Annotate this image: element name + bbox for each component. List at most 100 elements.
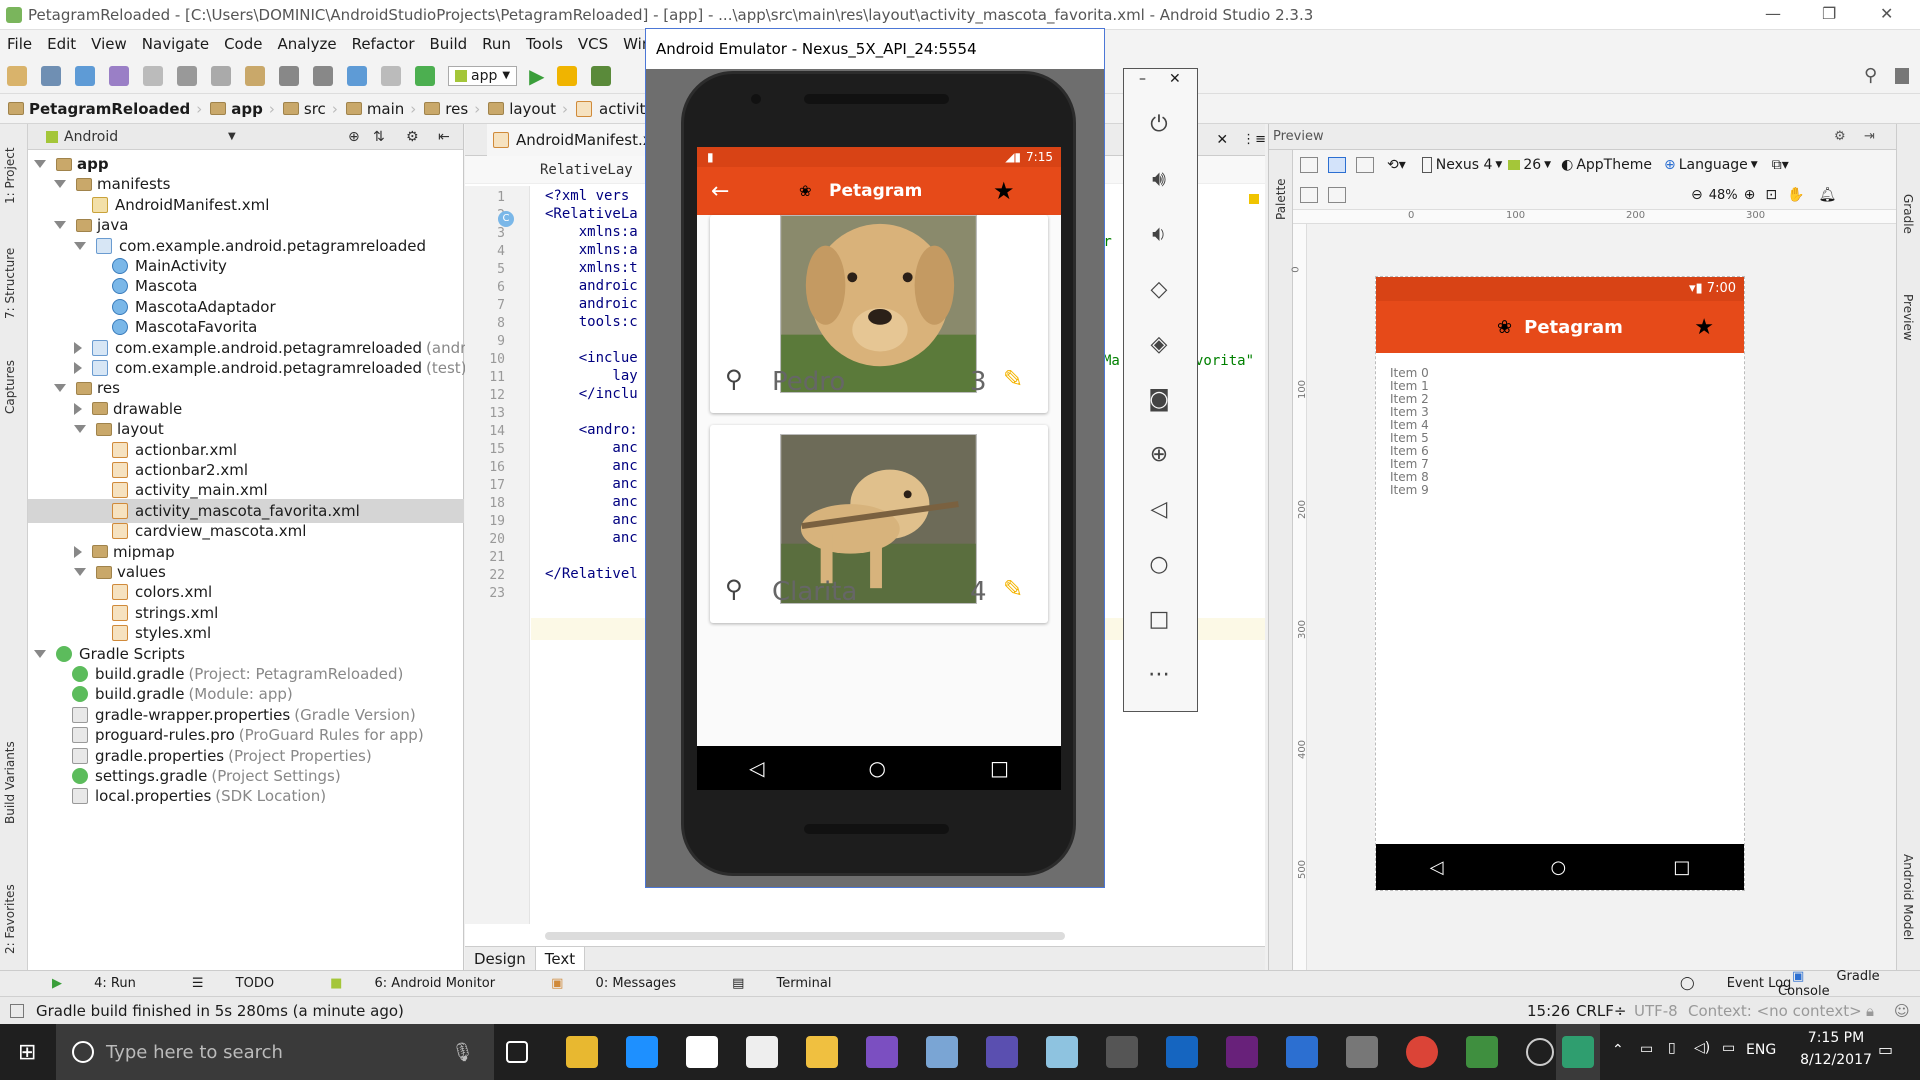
breadcrumb-item[interactable]: PetagramReloaded › [8, 100, 202, 118]
maximize-button[interactable]: ❐ [1822, 4, 1836, 23]
expand-arrow-icon[interactable] [74, 568, 86, 576]
context-indicator[interactable]: Context: <no context> [1688, 1002, 1862, 1020]
tab-preview[interactable]: Preview [1901, 294, 1915, 341]
mail-icon[interactable] [746, 1036, 778, 1068]
breadcrumb-item[interactable]: app › [210, 100, 275, 118]
make-icon[interactable] [415, 65, 435, 86]
preview-recycler-list[interactable]: Item 0 Item 1 Item 2 Item 3 Item 4 Item 5 Item… [1376, 353, 1744, 497]
menu-build[interactable]: Build [430, 35, 468, 53]
tab-palette[interactable]: Palette [1274, 178, 1288, 220]
store-icon[interactable] [686, 1036, 718, 1068]
sync-scroll-icon[interactable]: ⊕ [348, 129, 360, 145]
collapse-arrow-icon[interactable] [74, 362, 82, 374]
tab-run[interactable]: ▶ 4: Run [38, 976, 150, 991]
visual-studio-icon[interactable] [866, 1036, 898, 1068]
undo-icon[interactable] [109, 65, 129, 86]
breadcrumb-item[interactable]: main › [345, 100, 416, 118]
debug-icon[interactable] [591, 65, 612, 86]
more-icon[interactable]: ⋯ [1144, 659, 1174, 689]
menu-code[interactable]: Code [224, 35, 262, 53]
horizontal-scrollbar[interactable] [545, 932, 1065, 940]
app-icon[interactable] [1106, 1036, 1138, 1068]
emulator-screen[interactable]: ▮ ◢▮ 7:15 ← ❀ Petagram ★ ⚲ Pedro 3 ✎ ⚲ C… [697, 147, 1061, 790]
calculator-icon[interactable] [1346, 1036, 1378, 1068]
api-select[interactable]: 26 [1523, 157, 1541, 173]
breadcrumb-item[interactable]: src › [282, 100, 338, 118]
tab-favorites[interactable]: 2: Favorites [3, 884, 17, 954]
notifications-icon[interactable]: 🔔︎ [1819, 187, 1837, 203]
file-encoding[interactable]: UTF-8 [1634, 1002, 1678, 1020]
menu-navigate[interactable]: Navigate [142, 35, 209, 53]
microphone-icon[interactable]: 🎙︎ [451, 1042, 474, 1063]
pet-card[interactable]: ⚲ Pedro 3 ✎ [710, 215, 1048, 413]
collapse-arrow-icon[interactable] [74, 545, 82, 558]
expand-arrow-icon[interactable] [74, 425, 86, 434]
hector-icon[interactable]: ☺ [1894, 1002, 1910, 1020]
tab-todo[interactable]: ☰ TODO [178, 976, 288, 991]
edge-icon[interactable] [626, 1036, 658, 1068]
tab-project[interactable]: 1: Project [3, 147, 17, 204]
tree-item[interactable]: com.example.android.petagramreloaded (tes… [74, 356, 467, 380]
back-arrow-icon[interactable]: ← [711, 179, 729, 204]
volume-up-icon[interactable]: 🔊︎ [1144, 164, 1174, 194]
layout-variants-icon[interactable]: ⧉▾ [1772, 157, 1789, 173]
zoom-in-icon[interactable]: ⊕ [1744, 187, 1756, 203]
expand-arrow-icon[interactable] [74, 241, 86, 250]
chevron-down-icon[interactable]: ▼ [228, 131, 236, 142]
expand-arrow-icon[interactable] [54, 221, 66, 230]
tab-build-variants[interactable]: Build Variants [3, 741, 17, 824]
pan-icon[interactable]: ✋ [1787, 187, 1804, 203]
star-icon[interactable]: ★ [1694, 315, 1714, 340]
tab-messages[interactable]: ▣ 0: Messages [537, 976, 690, 991]
android-studio-icon[interactable] [1466, 1036, 1498, 1068]
save-icon[interactable] [41, 65, 61, 86]
tab-design[interactable]: Design [465, 947, 536, 971]
close-icon[interactable]: ✕ [1216, 132, 1228, 148]
zoom-fit-icon[interactable]: ⊡ [1765, 187, 1777, 203]
tab-structure[interactable]: 7: Structure [3, 248, 17, 319]
rotate-left-icon[interactable]: ◇ [1144, 274, 1174, 304]
windows-start-icon[interactable]: ⊞ [18, 1040, 36, 1065]
clock-date[interactable]: 8/12/2017 [1796, 1052, 1876, 1068]
lock-icon[interactable]: 🔒︎ [1866, 1002, 1874, 1020]
app-circle-icon[interactable] [1526, 1038, 1554, 1066]
power-icon[interactable]: ⏻ [1144, 109, 1174, 139]
back-icon[interactable]: ◁ [749, 756, 764, 780]
expand-arrow-icon[interactable] [34, 160, 46, 168]
camera-icon[interactable]: ◙ [1144, 384, 1174, 414]
app-icon[interactable] [1286, 1036, 1318, 1068]
zoom-out-icon[interactable]: ⊖ [1691, 187, 1703, 203]
close-icon[interactable]: ✕ [1169, 71, 1181, 87]
collapse-arrow-icon[interactable] [74, 402, 82, 415]
menu-edit[interactable]: Edit [47, 35, 76, 53]
fit-height-icon[interactable] [1328, 187, 1346, 203]
home-icon[interactable]: ○ [869, 756, 886, 780]
tab-terminal[interactable]: ▤ Terminal [718, 976, 845, 991]
apply-changes-icon[interactable] [557, 65, 578, 86]
line-separator[interactable]: CRLF÷ [1576, 1002, 1626, 1020]
collapse-icon[interactable]: ⇅ [373, 129, 385, 145]
device-select[interactable]: Nexus 4 [1436, 157, 1493, 173]
tab-text[interactable]: Text [535, 947, 586, 971]
expand-arrow-icon[interactable] [54, 384, 66, 393]
preview-app-bar[interactable]: ❀ Petagram ★ [1376, 301, 1744, 353]
rotate-right-icon[interactable]: ◈ [1144, 329, 1174, 359]
visual-studio-icon[interactable] [1226, 1036, 1258, 1068]
paste-icon[interactable] [245, 65, 265, 86]
expand-arrow-icon[interactable] [54, 180, 66, 189]
menu-vcs[interactable]: VCS [578, 35, 608, 53]
messages-icon[interactable]: ▭ [1722, 1040, 1735, 1056]
breadcrumb-item[interactable]: res › [424, 100, 480, 118]
chrome-icon[interactable] [1406, 1036, 1438, 1068]
menu-view[interactable]: View [91, 35, 127, 53]
back-icon[interactable]: ◁ [1144, 494, 1174, 524]
breadcrumb-item[interactable]: layout › [488, 100, 568, 118]
preview-screen[interactable]: ▾▮ 7:00 ❀ Petagram ★ Item 0 Item 1 Item 2I… [1375, 276, 1745, 891]
pet-card[interactable]: ⚲ Clarita 4 ✎ [710, 425, 1048, 623]
status-toggle-icon[interactable] [10, 1003, 24, 1018]
app-star-icon[interactable] [806, 1036, 838, 1068]
hide-icon[interactable]: ⇤ [438, 129, 450, 145]
cut-icon[interactable] [177, 65, 197, 86]
tab-list-icon[interactable]: ⋮≡ [1242, 132, 1266, 147]
both-view-icon[interactable] [1356, 157, 1374, 173]
